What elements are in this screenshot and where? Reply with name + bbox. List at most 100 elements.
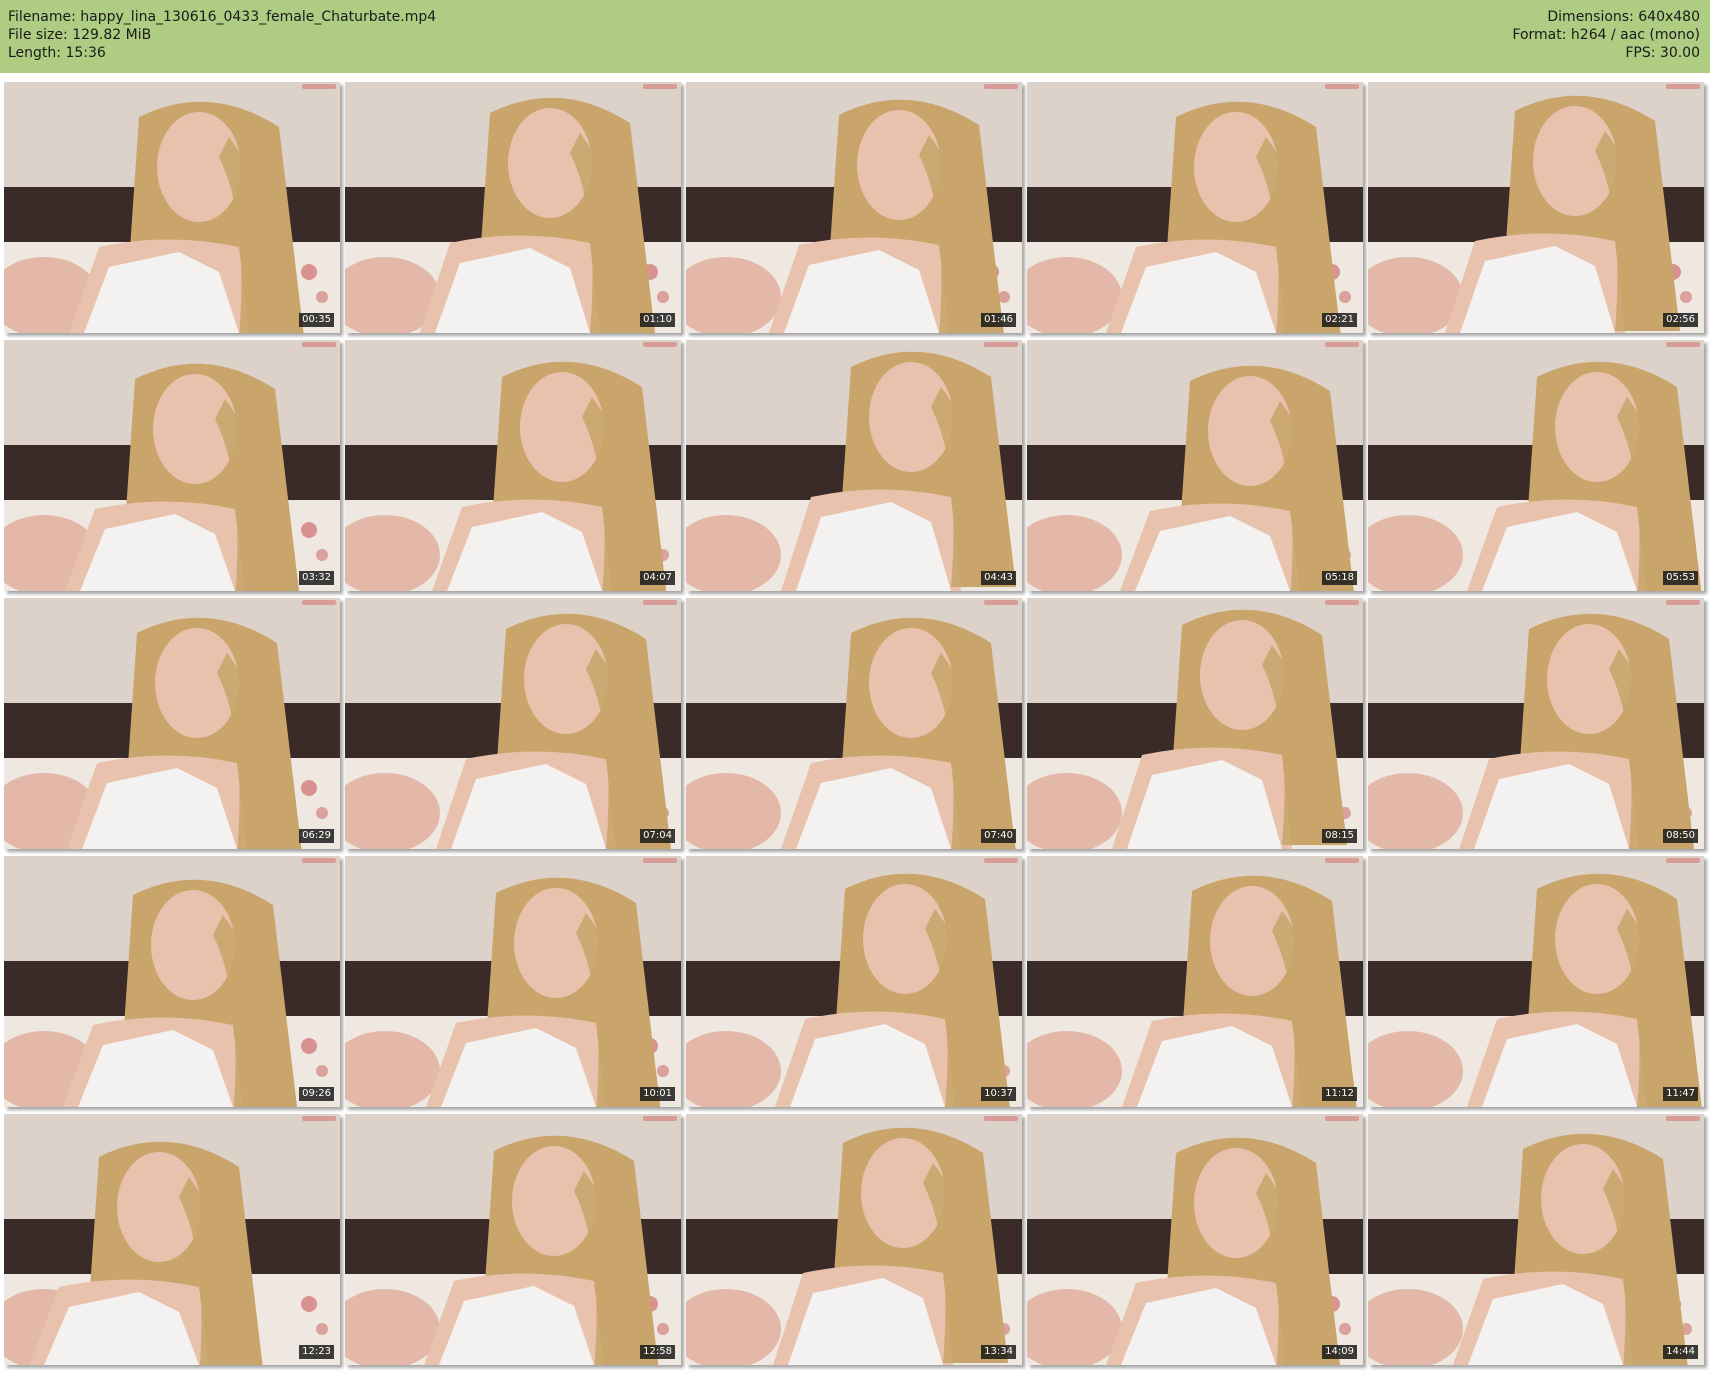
thumbnail-frame: 05:53 — [1368, 340, 1704, 591]
watermark-logo — [1666, 600, 1700, 605]
video-frame-image — [1027, 856, 1363, 1107]
video-frame-image — [686, 856, 1022, 1107]
video-frame-image — [1368, 340, 1704, 591]
watermark-logo — [643, 342, 677, 347]
thumbnail-timestamp: 04:43 — [981, 571, 1016, 585]
thumbnail-timestamp: 07:04 — [640, 829, 675, 843]
thumbnail-timestamp: 11:47 — [1663, 1087, 1698, 1101]
video-frame-image — [686, 598, 1022, 849]
thumbnail-timestamp: 09:26 — [299, 1087, 334, 1101]
thumbnail-frame: 11:47 — [1368, 856, 1704, 1107]
thumbnail-timestamp: 04:07 — [640, 571, 675, 585]
thumbnail-timestamp: 07:40 — [981, 829, 1016, 843]
thumbnail-timestamp: 02:21 — [1322, 313, 1357, 327]
thumbnail-frame: 08:15 — [1027, 598, 1363, 849]
video-frame-image — [1027, 82, 1363, 333]
thumbnail-frame: 01:46 — [686, 82, 1022, 333]
thumbnail-timestamp: 08:15 — [1322, 829, 1357, 843]
thumbnail-timestamp: 13:34 — [981, 1345, 1016, 1359]
video-frame-image — [1027, 340, 1363, 591]
watermark-logo — [1666, 858, 1700, 863]
video-frame-image — [1368, 1114, 1704, 1365]
thumbnail-frame: 00:35 — [4, 82, 340, 333]
video-frame-image — [686, 1114, 1022, 1365]
watermark-logo — [1325, 600, 1359, 605]
thumbnail-timestamp: 08:50 — [1663, 829, 1698, 843]
video-info: Dimensions: 640x480 Format: h264 / aac (… — [1512, 8, 1700, 62]
format-text: Format: h264 / aac (mono) — [1512, 27, 1700, 43]
watermark-logo — [643, 600, 677, 605]
watermark-logo — [1666, 84, 1700, 89]
thumbnail-frame: 13:34 — [686, 1114, 1022, 1365]
thumbnail-frame: 11:12 — [1027, 856, 1363, 1107]
video-frame-image — [1368, 856, 1704, 1107]
video-frame-image — [4, 856, 340, 1107]
file-size-text: File size: 129.82 MiB — [8, 27, 152, 43]
thumbnail-frame: 07:04 — [345, 598, 681, 849]
thumbnail-frame: 02:21 — [1027, 82, 1363, 333]
thumbnail-frame: 01:10 — [345, 82, 681, 333]
thumbnail-frame: 09:26 — [4, 856, 340, 1107]
info-header: Filename: happy_lina_130616_0433_female_… — [0, 0, 1710, 73]
video-frame-image — [1027, 1114, 1363, 1365]
video-frame-image — [4, 82, 340, 333]
thumbnail-frame: 03:32 — [4, 340, 340, 591]
thumbnail-timestamp: 06:29 — [299, 829, 334, 843]
watermark-logo — [984, 858, 1018, 863]
watermark-logo — [984, 84, 1018, 89]
thumbnail-frame: 04:07 — [345, 340, 681, 591]
video-frame-image — [686, 340, 1022, 591]
thumbnail-frame: 07:40 — [686, 598, 1022, 849]
thumbnail-frame: 12:58 — [345, 1114, 681, 1365]
video-frame-image — [4, 340, 340, 591]
watermark-logo — [1325, 342, 1359, 347]
video-frame-image — [345, 82, 681, 333]
dimensions-text: Dimensions: 640x480 — [1547, 9, 1700, 25]
watermark-logo — [643, 84, 677, 89]
video-frame-image — [345, 340, 681, 591]
thumbnail-timestamp: 12:58 — [640, 1345, 675, 1359]
file-info: Filename: happy_lina_130616_0433_female_… — [8, 8, 436, 62]
video-frame-image — [1027, 598, 1363, 849]
thumbnail-frame: 05:18 — [1027, 340, 1363, 591]
thumbnail-frame: 04:43 — [686, 340, 1022, 591]
watermark-logo — [1325, 858, 1359, 863]
video-frame-image — [686, 82, 1022, 333]
filename-text: Filename: happy_lina_130616_0433_female_… — [8, 9, 437, 25]
watermark-logo — [302, 1116, 336, 1121]
watermark-logo — [984, 1116, 1018, 1121]
thumbnail-timestamp: 02:56 — [1663, 313, 1698, 327]
thumbnail-frame: 06:29 — [4, 598, 340, 849]
thumbnail-timestamp: 05:53 — [1663, 571, 1698, 585]
watermark-logo — [1325, 1116, 1359, 1121]
thumbnail-frame: 10:01 — [345, 856, 681, 1107]
thumbnail-frame: 08:50 — [1368, 598, 1704, 849]
thumbnail-timestamp: 14:44 — [1663, 1345, 1698, 1359]
thumbnail-grid: 00:35 01:10 01:46 02:21 02:56 03:32 04:07 04:43… — [4, 82, 1704, 1365]
thumbnail-timestamp: 01:46 — [981, 313, 1016, 327]
watermark-logo — [643, 1116, 677, 1121]
watermark-logo — [984, 600, 1018, 605]
video-frame-image — [4, 598, 340, 849]
thumbnail-frame: 14:44 — [1368, 1114, 1704, 1365]
thumbnail-timestamp: 14:09 — [1322, 1345, 1357, 1359]
watermark-logo — [643, 858, 677, 863]
length-text: Length: 15:36 — [8, 45, 106, 61]
video-frame-image — [1368, 598, 1704, 849]
watermark-logo — [1325, 84, 1359, 89]
watermark-logo — [302, 342, 336, 347]
watermark-logo — [1666, 342, 1700, 347]
watermark-logo — [302, 600, 336, 605]
video-frame-image — [1368, 82, 1704, 333]
thumbnail-timestamp: 10:37 — [981, 1087, 1016, 1101]
watermark-logo — [984, 342, 1018, 347]
thumbnail-frame: 02:56 — [1368, 82, 1704, 333]
thumbnail-timestamp: 03:32 — [299, 571, 334, 585]
watermark-logo — [302, 858, 336, 863]
thumbnail-frame: 14:09 — [1027, 1114, 1363, 1365]
video-frame-image — [345, 856, 681, 1107]
video-frame-image — [4, 1114, 340, 1365]
thumbnail-timestamp: 01:10 — [640, 313, 675, 327]
video-frame-image — [345, 1114, 681, 1365]
thumbnail-timestamp: 00:35 — [299, 313, 334, 327]
